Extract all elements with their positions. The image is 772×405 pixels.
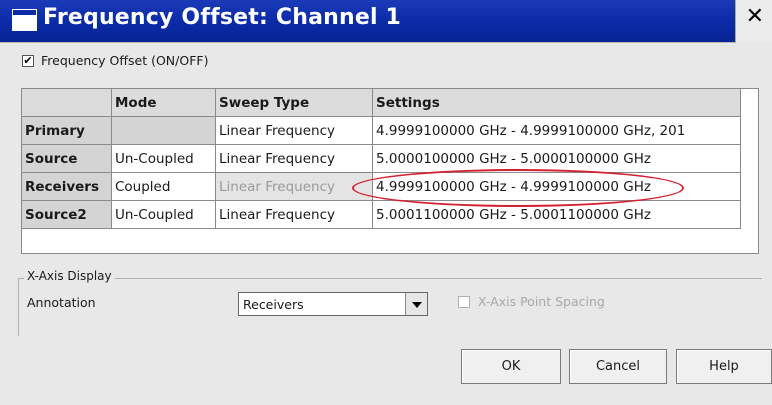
- annotation-select[interactable]: Receivers: [238, 292, 428, 316]
- settings-cell[interactable]: 4.9999100000 GHz - 4.9999100000 GHz, 201: [372, 116, 741, 145]
- frequency-offset-checkbox[interactable]: ✔: [22, 55, 34, 67]
- grid-header-row: Mode Sweep Type Settings: [21, 88, 741, 117]
- title-bar[interactable]: Frequency Offset: Channel 1 ✕: [0, 0, 772, 43]
- ok-button[interactable]: OK: [461, 349, 561, 384]
- mode-cell[interactable]: [111, 116, 216, 145]
- settings-cell[interactable]: 5.0001100000 GHz - 5.0001100000 GHz: [372, 200, 741, 229]
- x-axis-point-spacing-label: X-Axis Point Spacing: [478, 294, 605, 309]
- settings-cell[interactable]: 4.9999100000 GHz - 4.9999100000 GHz: [372, 172, 741, 201]
- window-icon: [12, 9, 37, 31]
- sweep-type-cell[interactable]: Linear Frequency: [215, 144, 373, 173]
- x-axis-display-title: X-Axis Display: [24, 269, 115, 283]
- dialog-title: Frequency Offset: Channel 1: [43, 5, 402, 30]
- grid-header-settings[interactable]: Settings: [372, 88, 741, 117]
- checkmark-icon: ✔: [23, 54, 33, 67]
- mode-cell[interactable]: Un-Coupled: [111, 200, 216, 229]
- annotation-label: Annotation: [27, 295, 96, 310]
- dropdown-button[interactable]: [405, 293, 427, 315]
- table-row[interactable]: Receivers Coupled Linear Frequency 4.999…: [21, 172, 741, 201]
- row-header-primary: Primary: [21, 116, 112, 145]
- sweep-type-cell[interactable]: Linear Frequency: [215, 116, 373, 145]
- row-header-receivers: Receivers: [21, 172, 112, 201]
- sweep-type-cell[interactable]: Linear Frequency: [215, 200, 373, 229]
- row-header-source2: Source2: [21, 200, 112, 229]
- sweep-type-cell-disabled: Linear Frequency: [215, 172, 373, 201]
- grid-header-sweep-type[interactable]: Sweep Type: [215, 88, 373, 117]
- help-button[interactable]: Help: [676, 349, 772, 384]
- cancel-button[interactable]: Cancel: [569, 349, 667, 384]
- settings-cell[interactable]: 5.0000100000 GHz - 5.0000100000 GHz: [372, 144, 741, 173]
- close-button[interactable]: ✕: [735, 0, 772, 43]
- grid-header-mode[interactable]: Mode: [111, 88, 216, 117]
- chevron-down-icon: [412, 302, 422, 308]
- grid-header-corner: [21, 88, 112, 117]
- table-row[interactable]: Source2 Un-Coupled Linear Frequency 5.00…: [21, 200, 741, 229]
- table-row[interactable]: Primary Linear Frequency 4.9999100000 GH…: [21, 116, 741, 145]
- frequency-offset-label: Frequency Offset (ON/OFF): [41, 53, 209, 68]
- mode-cell[interactable]: Un-Coupled: [111, 144, 216, 173]
- table-row[interactable]: Source Un-Coupled Linear Frequency 5.000…: [21, 144, 741, 173]
- close-icon: ✕: [745, 4, 764, 29]
- x-axis-point-spacing-checkbox: [458, 296, 470, 308]
- mode-cell[interactable]: Coupled: [111, 172, 216, 201]
- row-header-source: Source: [21, 144, 112, 173]
- annotation-select-value: Receivers: [243, 297, 304, 312]
- offset-grid: Mode Sweep Type Settings Primary Linear …: [21, 88, 741, 229]
